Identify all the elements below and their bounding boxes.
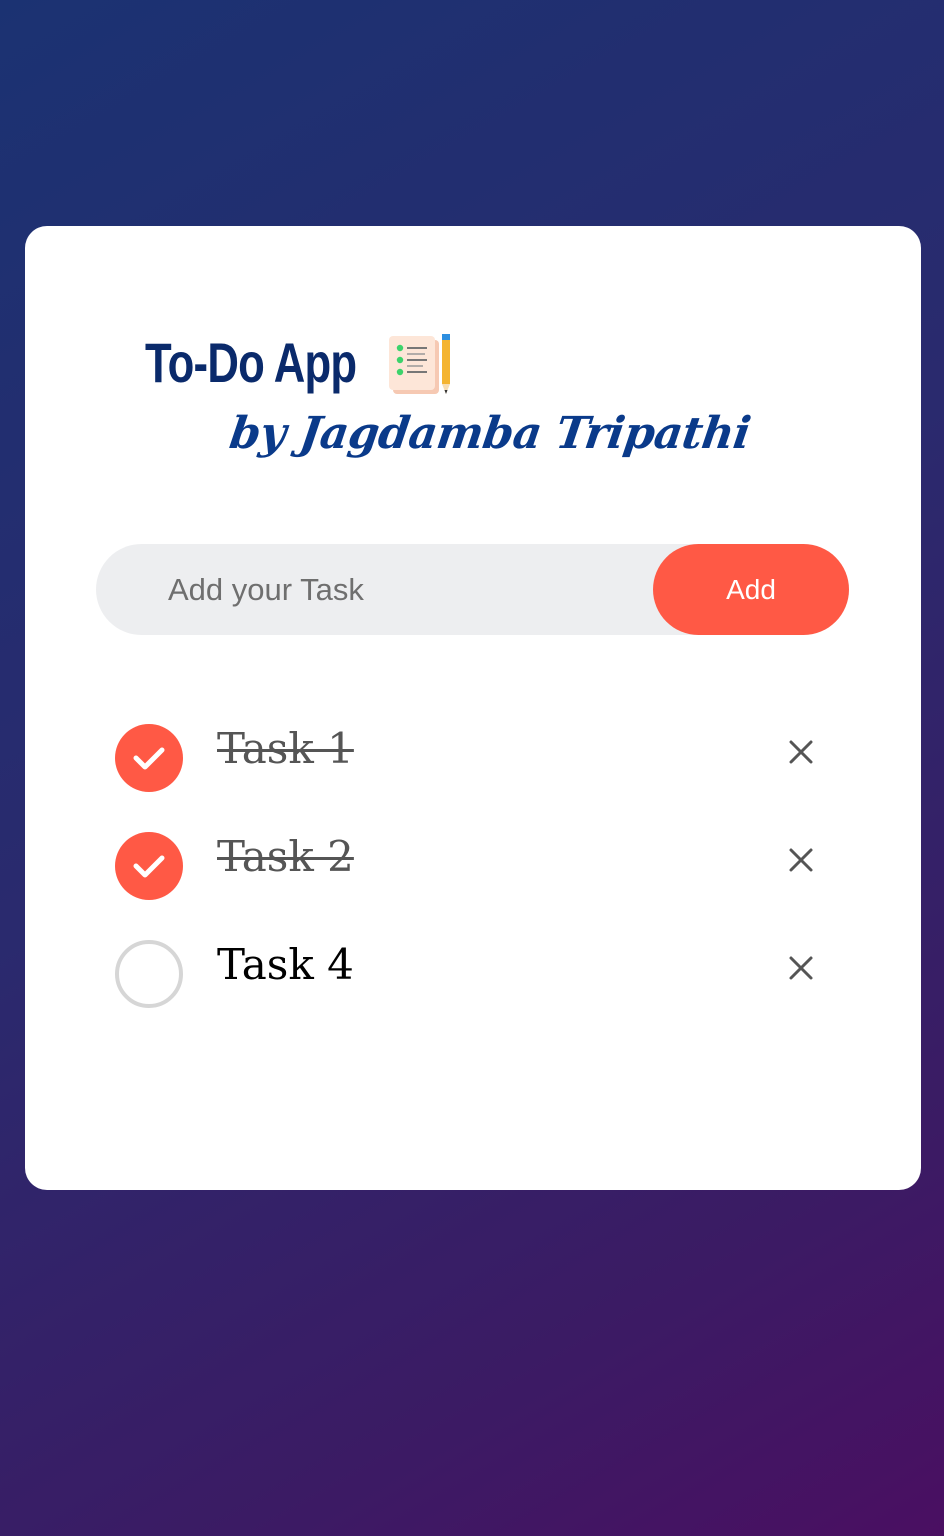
task-checkbox-checked[interactable] xyxy=(115,832,183,900)
todo-card: To-Do App by Jagdamba Tripathi Add your … xyxy=(25,226,921,1190)
task-text: Task 2 xyxy=(217,832,354,881)
close-icon[interactable] xyxy=(783,734,819,770)
close-icon[interactable] xyxy=(783,842,819,878)
close-icon[interactable] xyxy=(783,950,819,986)
checkmark-icon xyxy=(133,855,165,878)
task-item[interactable]: Task 4 xyxy=(115,940,855,1010)
task-text: Task 1 xyxy=(217,724,354,773)
task-checkbox-unchecked[interactable] xyxy=(115,940,183,1008)
task-list: Task 1 Task 2 Task 4 xyxy=(25,226,921,1190)
task-item[interactable]: Task 1 xyxy=(115,724,855,794)
task-item[interactable]: Task 2 xyxy=(115,832,855,902)
checkmark-icon xyxy=(133,747,165,770)
task-text: Task 4 xyxy=(217,940,354,989)
task-checkbox-checked[interactable] xyxy=(115,724,183,792)
